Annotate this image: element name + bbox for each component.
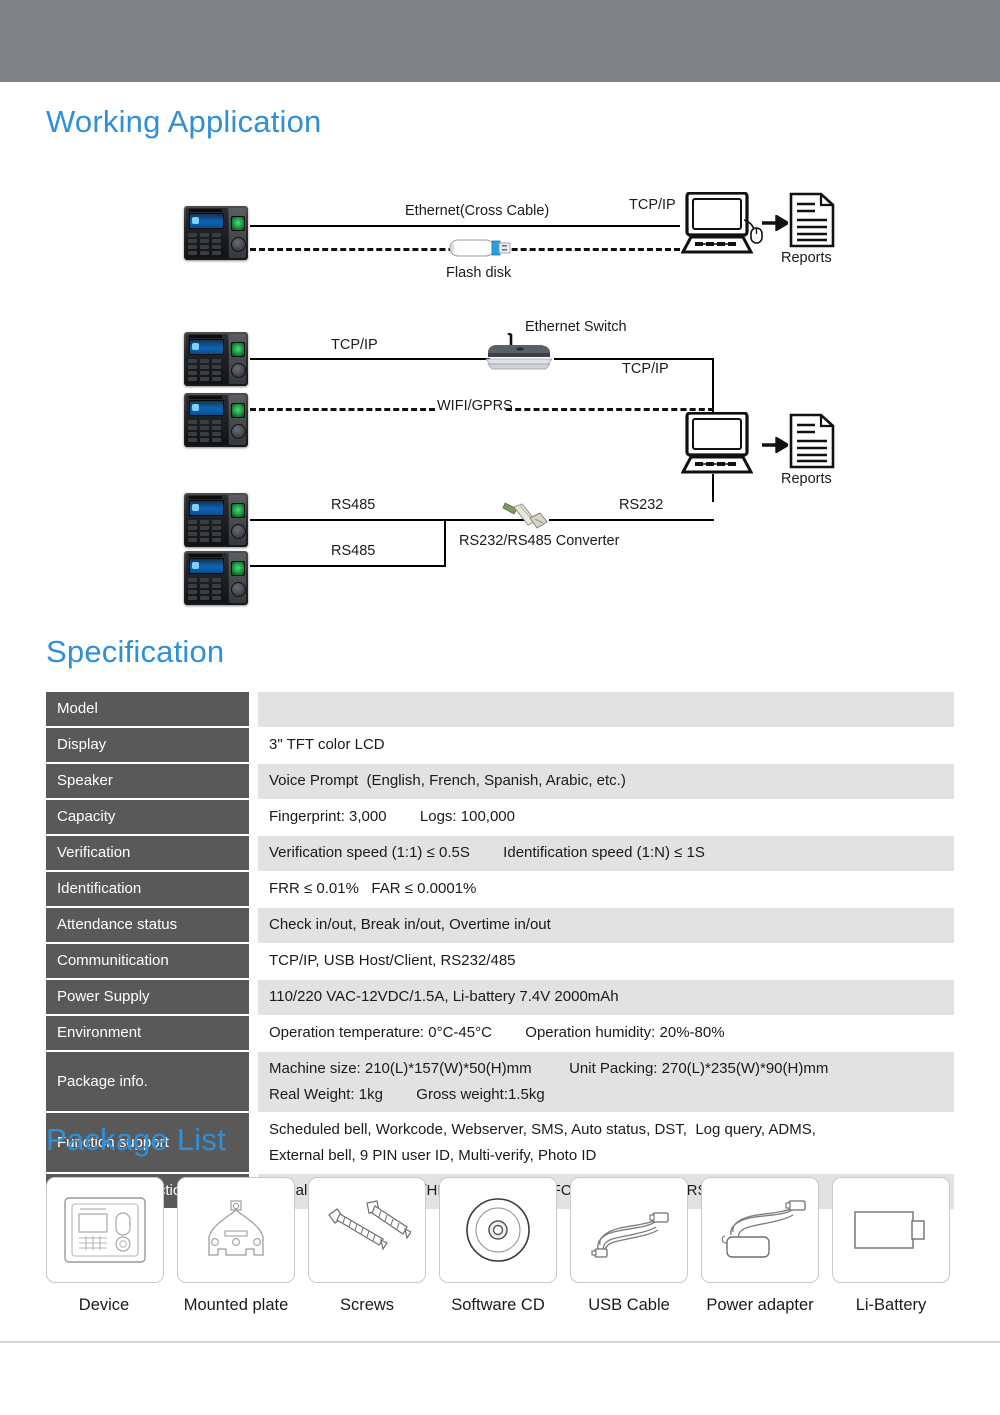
screws-icon (328, 1200, 411, 1251)
spec-key: Attendance status (46, 907, 249, 944)
package-item-li-battery: Li-Battery (832, 1177, 950, 1315)
rs232-rs485-converter-icon (502, 497, 550, 533)
spec-value: Scheduled bell, Workcode, Webserver, SMS… (258, 1112, 954, 1174)
battery-icon (854, 1211, 925, 1249)
label-ethernet-cross-cable: Ethernet(Cross Cable) (405, 203, 550, 219)
spec-value: Check in/out, Break in/out, Overtime in/… (258, 907, 954, 944)
label-tcpip-2: TCP/IP (331, 337, 378, 353)
package-item-thumbnail (701, 1177, 819, 1283)
spec-key: Speaker (46, 763, 249, 800)
package-item-label: Screws (339, 1296, 395, 1314)
spec-value (258, 692, 954, 728)
spec-value: 110/220 VAC-12VDC/1.5A, Li-battery 7.4V … (258, 979, 954, 1016)
label-flash-disk: Flash disk (446, 265, 512, 281)
package-item-label: Li-Battery (855, 1296, 927, 1314)
table-row: Model (46, 692, 954, 728)
cd-disc-icon (466, 1198, 530, 1262)
footer-divider (0, 1341, 1000, 1343)
package-item-software-cd: Software CD (439, 1177, 557, 1315)
package-item-label: Power adapter (706, 1296, 814, 1314)
table-row: Package info. Machine size: 210(L)*157(W… (46, 1051, 954, 1113)
spec-key: Capacity (46, 799, 249, 836)
fingerprint-terminal-icon (184, 393, 248, 447)
table-row: Environment Operation temperature: 0°C-4… (46, 1015, 954, 1052)
spec-value: Verification speed (1:1) ≤ 0.5S Identifi… (258, 835, 954, 872)
package-item-thumbnail (308, 1177, 426, 1283)
package-item-label: Device (78, 1296, 130, 1314)
spec-key: Package info. (46, 1051, 249, 1113)
page-title-package-list: Package List (46, 1122, 226, 1157)
working-application-diagram: Ethernet(Cross Cable) TCP/IP Flash disk (0, 175, 1000, 615)
spec-value: Machine size: 210(L)*157(W)*50(H)mm Unit… (258, 1051, 954, 1113)
spec-key: Environment (46, 1015, 249, 1052)
top-banner-bar (0, 0, 1000, 82)
spec-value: Voice Prompt (English, French, Spanish, … (258, 763, 954, 800)
package-item-power-adapter: Power adapter (701, 1177, 819, 1315)
package-item-thumbnail (570, 1177, 688, 1283)
table-row: Identification FRR ≤ 0.01% FAR ≤ 0.0001% (46, 871, 954, 908)
label-rs232: RS232 (619, 497, 664, 513)
table-row: Speaker Voice Prompt (English, French, S… (46, 763, 954, 800)
spec-value: TCP/IP, USB Host/Client, RS232/485 (258, 943, 954, 980)
label-rs232-rs485-converter: RS232/RS485 Converter (459, 533, 620, 549)
fingerprint-terminal-icon (184, 206, 248, 260)
spec-key: Power Supply (46, 979, 249, 1016)
label-rs485-1: RS485 (331, 497, 376, 513)
reports-document-icon (789, 192, 835, 248)
device-terminal-icon (64, 1197, 146, 1263)
label-wifi-gprs: WIFI/GPRS (437, 398, 513, 414)
package-item-thumbnail (832, 1177, 950, 1283)
table-row: Capacity Fingerprint: 3,000 Logs: 100,00… (46, 799, 954, 836)
spec-value: FRR ≤ 0.01% FAR ≤ 0.0001% (258, 871, 954, 908)
usb-cable-icon (591, 1212, 669, 1258)
table-row: Power Supply 110/220 VAC-12VDC/1.5A, Li-… (46, 979, 954, 1016)
mounting-plate-icon (208, 1200, 264, 1256)
label-tcpip-3: TCP/IP (622, 361, 669, 377)
package-item-usb-cable: USB Cable (570, 1177, 688, 1315)
power-adapter-icon (721, 1200, 806, 1258)
label-tcpip-1: TCP/IP (629, 197, 676, 213)
table-row: Verification Verification speed (1:1) ≤ … (46, 835, 954, 872)
fingerprint-terminal-icon (184, 493, 248, 547)
ethernet-switch-icon (484, 331, 554, 373)
label-rs485-2: RS485 (331, 543, 376, 559)
spec-key: Communitication (46, 943, 249, 980)
table-row: Display 3" TFT color LCD (46, 727, 954, 764)
table-row: Attendance status Check in/out, Break in… (46, 907, 954, 944)
arrow-right-icon (762, 215, 788, 231)
spec-key: Verification (46, 835, 249, 872)
computer-icon (680, 411, 754, 474)
label-ethernet-switch: Ethernet Switch (525, 319, 627, 335)
fingerprint-terminal-icon (184, 332, 248, 386)
flash-disk-icon (449, 237, 511, 259)
spec-key: Identification (46, 871, 249, 908)
spec-key: Display (46, 727, 249, 764)
label-reports-1: Reports (781, 250, 832, 266)
package-item-thumbnail (46, 1177, 164, 1283)
package-item-label: Mounted plate (183, 1296, 289, 1314)
spec-value: Operation temperature: 0°C-45°C Operatio… (258, 1015, 954, 1052)
package-list-row: Device Mounted plate Screws Software CD … (46, 1177, 954, 1315)
spec-key: Model (46, 692, 249, 728)
package-item-thumbnail (439, 1177, 557, 1283)
fingerprint-terminal-icon (184, 551, 248, 605)
page-title-working-application: Working Application (46, 104, 322, 139)
page-title-specification: Specification (46, 634, 225, 669)
spec-value: 3" TFT color LCD (258, 727, 954, 764)
package-item-screws: Screws (308, 1177, 426, 1315)
label-reports-2: Reports (781, 471, 832, 487)
table-row: Communitication TCP/IP, USB Host/Client,… (46, 943, 954, 980)
reports-document-icon (789, 413, 835, 469)
spec-value: Fingerprint: 3,000 Logs: 100,000 (258, 799, 954, 836)
package-item-device: Device (46, 1177, 164, 1315)
package-item-label: Software CD (451, 1296, 545, 1314)
package-item-mounted-plate: Mounted plate (177, 1177, 295, 1315)
package-item-label: USB Cable (588, 1296, 670, 1314)
package-item-thumbnail (177, 1177, 295, 1283)
arrow-right-icon (762, 437, 788, 453)
